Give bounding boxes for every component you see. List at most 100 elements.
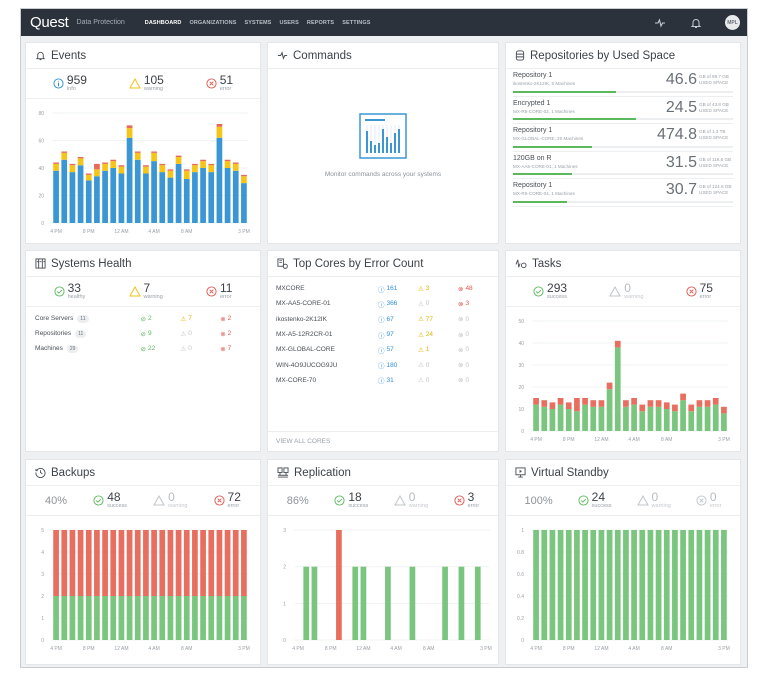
- bar-error[interactable]: [574, 398, 580, 412]
- bar-success[interactable]: [385, 566, 391, 640]
- core-name[interactable]: WIN-4O9JUCOG9JU: [276, 362, 378, 369]
- commands-icon[interactable]: [653, 16, 667, 30]
- bar-success[interactable]: [241, 596, 247, 640]
- bar-info[interactable]: [118, 173, 125, 224]
- view-all-cores-link[interactable]: VIEW ALL CORES: [268, 431, 498, 451]
- bar-error[interactable]: [134, 530, 141, 596]
- bar-warning[interactable]: [167, 170, 174, 178]
- bar-error[interactable]: [192, 163, 198, 166]
- bar-success[interactable]: [533, 530, 539, 640]
- bar-success[interactable]: [712, 404, 719, 431]
- bar-success[interactable]: [598, 406, 605, 431]
- bar-success[interactable]: [712, 530, 719, 640]
- error-stat[interactable]: 11 error: [206, 282, 232, 300]
- bar-success[interactable]: [442, 566, 448, 640]
- bar-success[interactable]: [582, 530, 588, 640]
- bar-success[interactable]: [631, 404, 637, 431]
- bar-success[interactable]: [639, 411, 646, 431]
- success-stat[interactable]: 48 success: [93, 491, 127, 509]
- bar-warning[interactable]: [110, 161, 117, 168]
- bar-info[interactable]: [192, 172, 198, 223]
- bar-error[interactable]: [647, 400, 654, 407]
- bar-warning[interactable]: [241, 176, 247, 184]
- bar-error[interactable]: [216, 124, 223, 127]
- bar-success[interactable]: [680, 400, 686, 431]
- bar-info[interactable]: [200, 168, 206, 223]
- bar-success[interactable]: [175, 596, 182, 640]
- error-stat[interactable]: 51 error: [206, 74, 233, 92]
- nav-organizations[interactable]: ORGANIZATIONS: [189, 20, 236, 26]
- bar-error[interactable]: [53, 530, 59, 596]
- bar-error[interactable]: [69, 163, 76, 166]
- bar-info[interactable]: [224, 168, 231, 223]
- bar-success[interactable]: [303, 566, 310, 640]
- bar-error[interactable]: [680, 393, 686, 401]
- core-row[interactable]: MX-AA5-CORE-01 ⓘ 366 ⚠ 0 ⊗ 3: [268, 296, 498, 311]
- bar-success[interactable]: [200, 596, 206, 640]
- bar-error[interactable]: [183, 169, 190, 171]
- core-row[interactable]: ikostenko-2K12IK ⓘ 67 ⚠ 77 ⊗ 0: [268, 312, 498, 327]
- bar-success[interactable]: [409, 566, 416, 640]
- bar-error[interactable]: [688, 404, 695, 412]
- repository-row[interactable]: Repository 1 ikostenko-2K12IK, 5 Machines…: [513, 69, 733, 97]
- bar-success[interactable]: [565, 530, 572, 640]
- bar-info[interactable]: [232, 170, 239, 223]
- bar-error[interactable]: [85, 530, 92, 596]
- bar-success[interactable]: [232, 596, 239, 640]
- bar-error[interactable]: [151, 530, 157, 596]
- warning-stat[interactable]: 0 warning: [609, 282, 643, 300]
- bar-success[interactable]: [85, 596, 92, 640]
- nav-dashboard[interactable]: DASHBOARD: [145, 20, 182, 26]
- healthy-stat[interactable]: 33 healthy: [54, 282, 85, 300]
- bar-success[interactable]: [606, 530, 613, 640]
- bar-success[interactable]: [647, 406, 654, 431]
- bar-success[interactable]: [61, 596, 68, 640]
- bar-success[interactable]: [134, 596, 141, 640]
- bar-error[interactable]: [118, 530, 125, 596]
- core-name[interactable]: MX-AA5-CORE-01: [276, 300, 378, 307]
- bar-error[interactable]: [216, 530, 223, 596]
- bar-error[interactable]: [712, 398, 719, 405]
- bar-info[interactable]: [85, 180, 92, 223]
- error-stat[interactable]: 3 error: [454, 491, 479, 509]
- bar-info[interactable]: [110, 168, 117, 223]
- bar-error[interactable]: [623, 400, 629, 407]
- bar-info[interactable]: [77, 165, 84, 223]
- bar-success[interactable]: [704, 530, 711, 640]
- bar-error[interactable]: [175, 530, 182, 596]
- bar-success[interactable]: [77, 596, 84, 640]
- bar-success[interactable]: [598, 530, 605, 640]
- warning-stat[interactable]: 7 warning: [128, 282, 163, 300]
- bar-error[interactable]: [241, 174, 247, 177]
- bar-success[interactable]: [557, 530, 564, 640]
- bar-warning[interactable]: [208, 165, 215, 173]
- nav-reports[interactable]: REPORTS: [307, 20, 334, 26]
- bar-error[interactable]: [606, 382, 613, 390]
- bar-error[interactable]: [663, 402, 670, 409]
- bar-info[interactable]: [61, 159, 68, 223]
- bar-success[interactable]: [623, 406, 629, 431]
- bar-error[interactable]: [143, 530, 149, 596]
- bell-icon[interactable]: [689, 16, 703, 30]
- bar-success[interactable]: [574, 530, 580, 640]
- bar-error[interactable]: [704, 400, 711, 407]
- bar-error[interactable]: [208, 163, 215, 166]
- bar-success[interactable]: [549, 409, 556, 431]
- bar-warning[interactable]: [159, 165, 166, 173]
- bar-success[interactable]: [565, 409, 572, 431]
- bar-error[interactable]: [672, 404, 678, 412]
- bar-error[interactable]: [61, 151, 68, 153]
- bar-info[interactable]: [126, 137, 133, 223]
- bar-success[interactable]: [639, 530, 646, 640]
- bar-warning[interactable]: [126, 128, 133, 138]
- bar-warning[interactable]: [151, 152, 157, 162]
- bar-error[interactable]: [77, 157, 84, 159]
- bar-error[interactable]: [159, 530, 166, 596]
- core-row[interactable]: MX-A5-12R2CR-01 ⓘ 97 ⚠ 24 ⊗ 0: [268, 327, 498, 342]
- bar-success[interactable]: [159, 596, 166, 640]
- bar-info[interactable]: [94, 176, 100, 223]
- bar-error[interactable]: [102, 162, 108, 164]
- repository-row[interactable]: Encrypted 1 MX-R5-CORE-02, 1 Machines 24.5…: [513, 97, 733, 124]
- bar-error[interactable]: [151, 151, 157, 153]
- bar-warning[interactable]: [94, 169, 100, 177]
